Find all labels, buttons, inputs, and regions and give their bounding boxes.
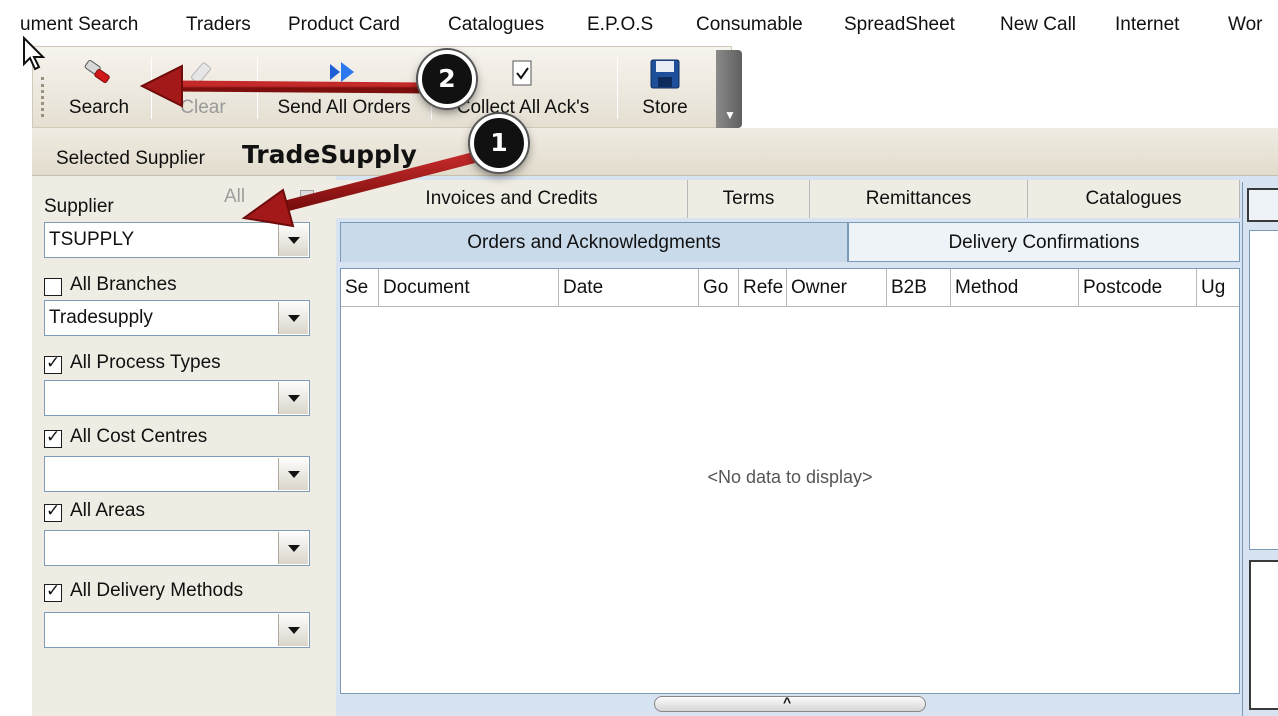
all-suppliers-checkbox[interactable] [300, 190, 314, 204]
all-process-types-label: All Process Types [70, 352, 221, 373]
cost-centre-combo[interactable] [44, 456, 310, 492]
right-side-panel [1242, 182, 1278, 716]
tab-invoices-and-credits[interactable]: Invoices and Credits [336, 180, 688, 218]
tab-orders-and-acknowledgments[interactable]: Orders and Acknowledgments [340, 222, 848, 262]
annotation-badge-2: 2 [418, 50, 476, 108]
tab-control: Invoices and Credits Terms Remittances C… [336, 176, 1278, 716]
store-button[interactable]: Store [625, 51, 705, 125]
caret-up-icon: ^ [783, 694, 792, 710]
all-process-types-checkbox[interactable] [44, 353, 62, 374]
menu-bar: ument Search Traders Product Card Catalo… [20, 4, 1278, 44]
supplier-combo-value: TSUPPLY [49, 229, 135, 250]
annotation-badge-1: 1 [470, 114, 528, 172]
tab-delivery-confirmations[interactable]: Delivery Confirmations [848, 222, 1240, 262]
chevron-down-icon[interactable] [278, 302, 308, 334]
branch-combo[interactable]: Tradesupply [44, 300, 310, 336]
menu-item-spreadsheet[interactable]: SpreadSheet [844, 10, 955, 40]
main-panel: Selected Supplier TradeSupply Supplier A… [32, 128, 1278, 716]
chevron-down-icon[interactable] [278, 458, 308, 490]
process-type-combo[interactable] [44, 380, 310, 416]
chevron-down-icon[interactable] [278, 382, 308, 414]
column-header-postcode[interactable]: Postcode [1079, 269, 1197, 307]
floppy-disk-icon [650, 59, 680, 95]
filter-panel: Supplier All TSUPPLY All Branches Trades… [32, 176, 336, 716]
toolbar-grip[interactable] [41, 77, 44, 117]
menu-item-traders[interactable]: Traders [186, 10, 251, 40]
column-header-owner[interactable]: Owner [787, 269, 887, 307]
delivery-method-combo[interactable] [44, 612, 310, 648]
selected-supplier-bar: Selected Supplier TradeSupply [32, 128, 1278, 176]
grid-header: Se Document Date Go Refe Owner B2B Metho… [341, 269, 1239, 307]
menu-item-epos[interactable]: E.P.O.S [587, 10, 653, 40]
eraser-icon [188, 59, 218, 95]
column-header-se[interactable]: Se [341, 269, 379, 307]
column-header-date[interactable]: Date [559, 269, 699, 307]
document-check-icon [511, 59, 535, 93]
flashlight-icon [83, 59, 115, 97]
mouse-pointer-icon [23, 36, 46, 71]
splitter-handle[interactable]: ^ [654, 694, 926, 712]
menu-item-new-call[interactable]: New Call [1000, 10, 1076, 40]
selected-supplier-label: Selected Supplier [56, 148, 205, 169]
application-window: ument Search Traders Product Card Catalo… [20, 4, 1278, 716]
all-areas-checkbox[interactable] [44, 501, 62, 522]
toolbar-overflow-button[interactable]: ▼ [716, 50, 742, 128]
toolbar: Search Clear Send All Orders Collect All… [32, 46, 732, 128]
supplier-combo[interactable]: TSUPPLY [44, 222, 310, 258]
send-all-orders-button[interactable]: Send All Orders [265, 51, 423, 125]
tab-terms[interactable]: Terms [688, 180, 810, 218]
all-cost-centres-label: All Cost Centres [70, 426, 208, 447]
area-combo[interactable] [44, 530, 310, 566]
all-branches-label: All Branches [70, 274, 177, 295]
column-header-b2b[interactable]: B2B [887, 269, 951, 307]
clear-button[interactable]: Clear [157, 51, 249, 125]
chevron-down-icon[interactable] [278, 532, 308, 564]
orders-grid[interactable]: Se Document Date Go Refe Owner B2B Metho… [340, 268, 1240, 694]
all-branches-checkbox[interactable] [44, 278, 62, 296]
tab-row-upper: Invoices and Credits Terms Remittances C… [336, 180, 1248, 218]
chevron-down-icon[interactable] [278, 224, 308, 256]
column-header-method[interactable]: Method [951, 269, 1079, 307]
overflow-chevron-icon: ▼ [724, 108, 736, 122]
search-button[interactable]: Search [55, 51, 143, 125]
chevron-down-icon[interactable] [278, 614, 308, 646]
column-header-go[interactable]: Go [699, 269, 739, 307]
all-suppliers-label: All [224, 186, 246, 207]
all-cost-centres-checkbox[interactable] [44, 427, 62, 448]
all-delivery-methods-label: All Delivery Methods [70, 580, 244, 601]
column-header-document[interactable]: Document [379, 269, 559, 307]
selected-supplier-value: TradeSupply [242, 140, 417, 169]
tab-row-lower: Orders and Acknowledgments Delivery Conf… [336, 222, 1248, 262]
supplier-label: Supplier [44, 196, 114, 217]
menu-item-internet[interactable]: Internet [1115, 10, 1179, 40]
all-areas-label: All Areas [70, 500, 145, 521]
menu-item-wor[interactable]: Wor [1228, 10, 1262, 40]
right-side-tab[interactable] [1247, 188, 1278, 222]
column-header-refe[interactable]: Refe [739, 269, 787, 307]
right-side-pane-upper [1249, 230, 1278, 550]
right-side-pane-lower [1249, 560, 1278, 710]
menu-item-product-card[interactable]: Product Card [288, 10, 400, 40]
column-header-ug[interactable]: Ug [1197, 269, 1239, 307]
empty-grid-message: <No data to display> [707, 467, 873, 487]
branch-combo-value: Tradesupply [49, 307, 153, 328]
menu-item-catalogues[interactable]: Catalogues [448, 10, 544, 40]
all-delivery-methods-checkbox[interactable] [44, 581, 62, 602]
double-arrow-right-icon [328, 59, 360, 91]
tab-remittances[interactable]: Remittances [810, 180, 1028, 218]
menu-item-consumable[interactable]: Consumable [696, 10, 803, 40]
tab-catalogues[interactable]: Catalogues [1028, 180, 1240, 218]
